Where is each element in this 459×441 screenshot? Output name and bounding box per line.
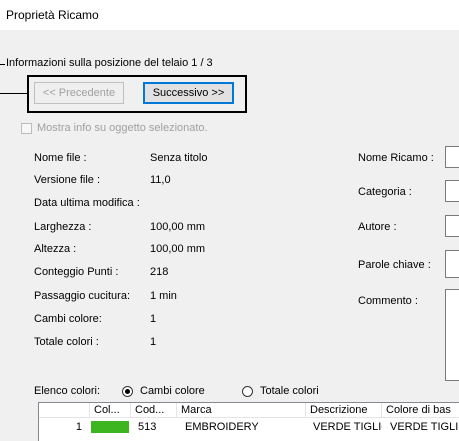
window-title: Proprietà Ricamo xyxy=(6,8,99,22)
row-description: VERDE TIGLIO xyxy=(313,421,382,433)
info-label-total-colors: Totale colori : xyxy=(34,336,99,348)
commento-label: Commento : xyxy=(358,295,418,307)
row-index: 1 xyxy=(75,421,82,433)
show-selected-checkbox[interactable] xyxy=(21,123,32,134)
info-value-version: 11,0 xyxy=(150,174,171,186)
callout-line-2 xyxy=(0,93,27,94)
column-header-brand[interactable]: Marca xyxy=(177,403,306,418)
parole-chiave-input[interactable] xyxy=(445,250,459,278)
column-header-description[interactable]: Descrizione xyxy=(306,403,382,418)
color-table[interactable]: Col... Cod... Marca Descrizione Colore d… xyxy=(38,402,459,441)
categoria-input[interactable] xyxy=(445,180,459,202)
info-label-width: Larghezza : xyxy=(34,221,92,233)
info-label-color-changes: Cambi colore: xyxy=(34,313,102,325)
next-button[interactable]: Successivo >> xyxy=(143,82,234,104)
info-value-width: 100,00 mm xyxy=(150,221,206,233)
info-label-filename: Nome file : xyxy=(34,152,87,164)
radio-total-colors[interactable] xyxy=(242,386,253,397)
info-label-modified: Data ultima modifica : xyxy=(34,197,140,209)
row-base-color: VERDE TIGLI xyxy=(390,421,459,433)
info-value-sewing-time: 1 min xyxy=(150,290,177,302)
nome-ricamo-label: Nome Ricamo : xyxy=(358,152,434,164)
row-brand: EMBROIDERY xyxy=(185,421,259,433)
column-header-code[interactable]: Cod... xyxy=(131,403,177,418)
callout-line-1 xyxy=(0,64,5,65)
show-selected-label: Mostra info su oggetto selezionato. xyxy=(37,122,208,134)
previous-button[interactable]: << Precedente xyxy=(34,82,124,104)
radio-color-changes-label: Cambi colore xyxy=(140,385,205,397)
column-header-index xyxy=(39,403,90,418)
column-header-color[interactable]: Col... xyxy=(90,403,131,418)
info-label-height: Altezza : xyxy=(34,243,77,255)
row-color-swatch xyxy=(91,421,129,433)
nome-ricamo-input[interactable] xyxy=(445,146,459,168)
info-label-stitches: Conteggio Punti : xyxy=(34,266,119,278)
autore-input[interactable] xyxy=(445,215,459,237)
commento-textarea[interactable] xyxy=(445,289,459,381)
frame-position-label: Informazioni sulla posizione del telaio … xyxy=(6,57,213,69)
info-value-stitches: 218 xyxy=(150,266,169,278)
autore-label: Autore : xyxy=(358,221,397,233)
radio-total-colors-label: Totale colori xyxy=(260,385,319,397)
info-value-filename: Senza titolo xyxy=(150,152,208,164)
parole-chiave-label: Parole chiave : xyxy=(358,259,431,271)
column-header-base-color[interactable]: Colore di bas xyxy=(382,403,459,418)
info-label-sewing-time: Passaggio cucitura: xyxy=(34,290,130,302)
info-value-color-changes: 1 xyxy=(150,313,157,325)
row-code: 513 xyxy=(138,421,157,433)
color-list-label: Elenco colori: xyxy=(34,385,101,397)
info-value-total-colors: 1 xyxy=(150,336,157,348)
info-value-height: 100,00 mm xyxy=(150,243,206,255)
categoria-label: Categoria : xyxy=(358,186,412,198)
info-label-version: Versione file : xyxy=(34,174,101,186)
radio-color-changes[interactable] xyxy=(122,386,133,397)
